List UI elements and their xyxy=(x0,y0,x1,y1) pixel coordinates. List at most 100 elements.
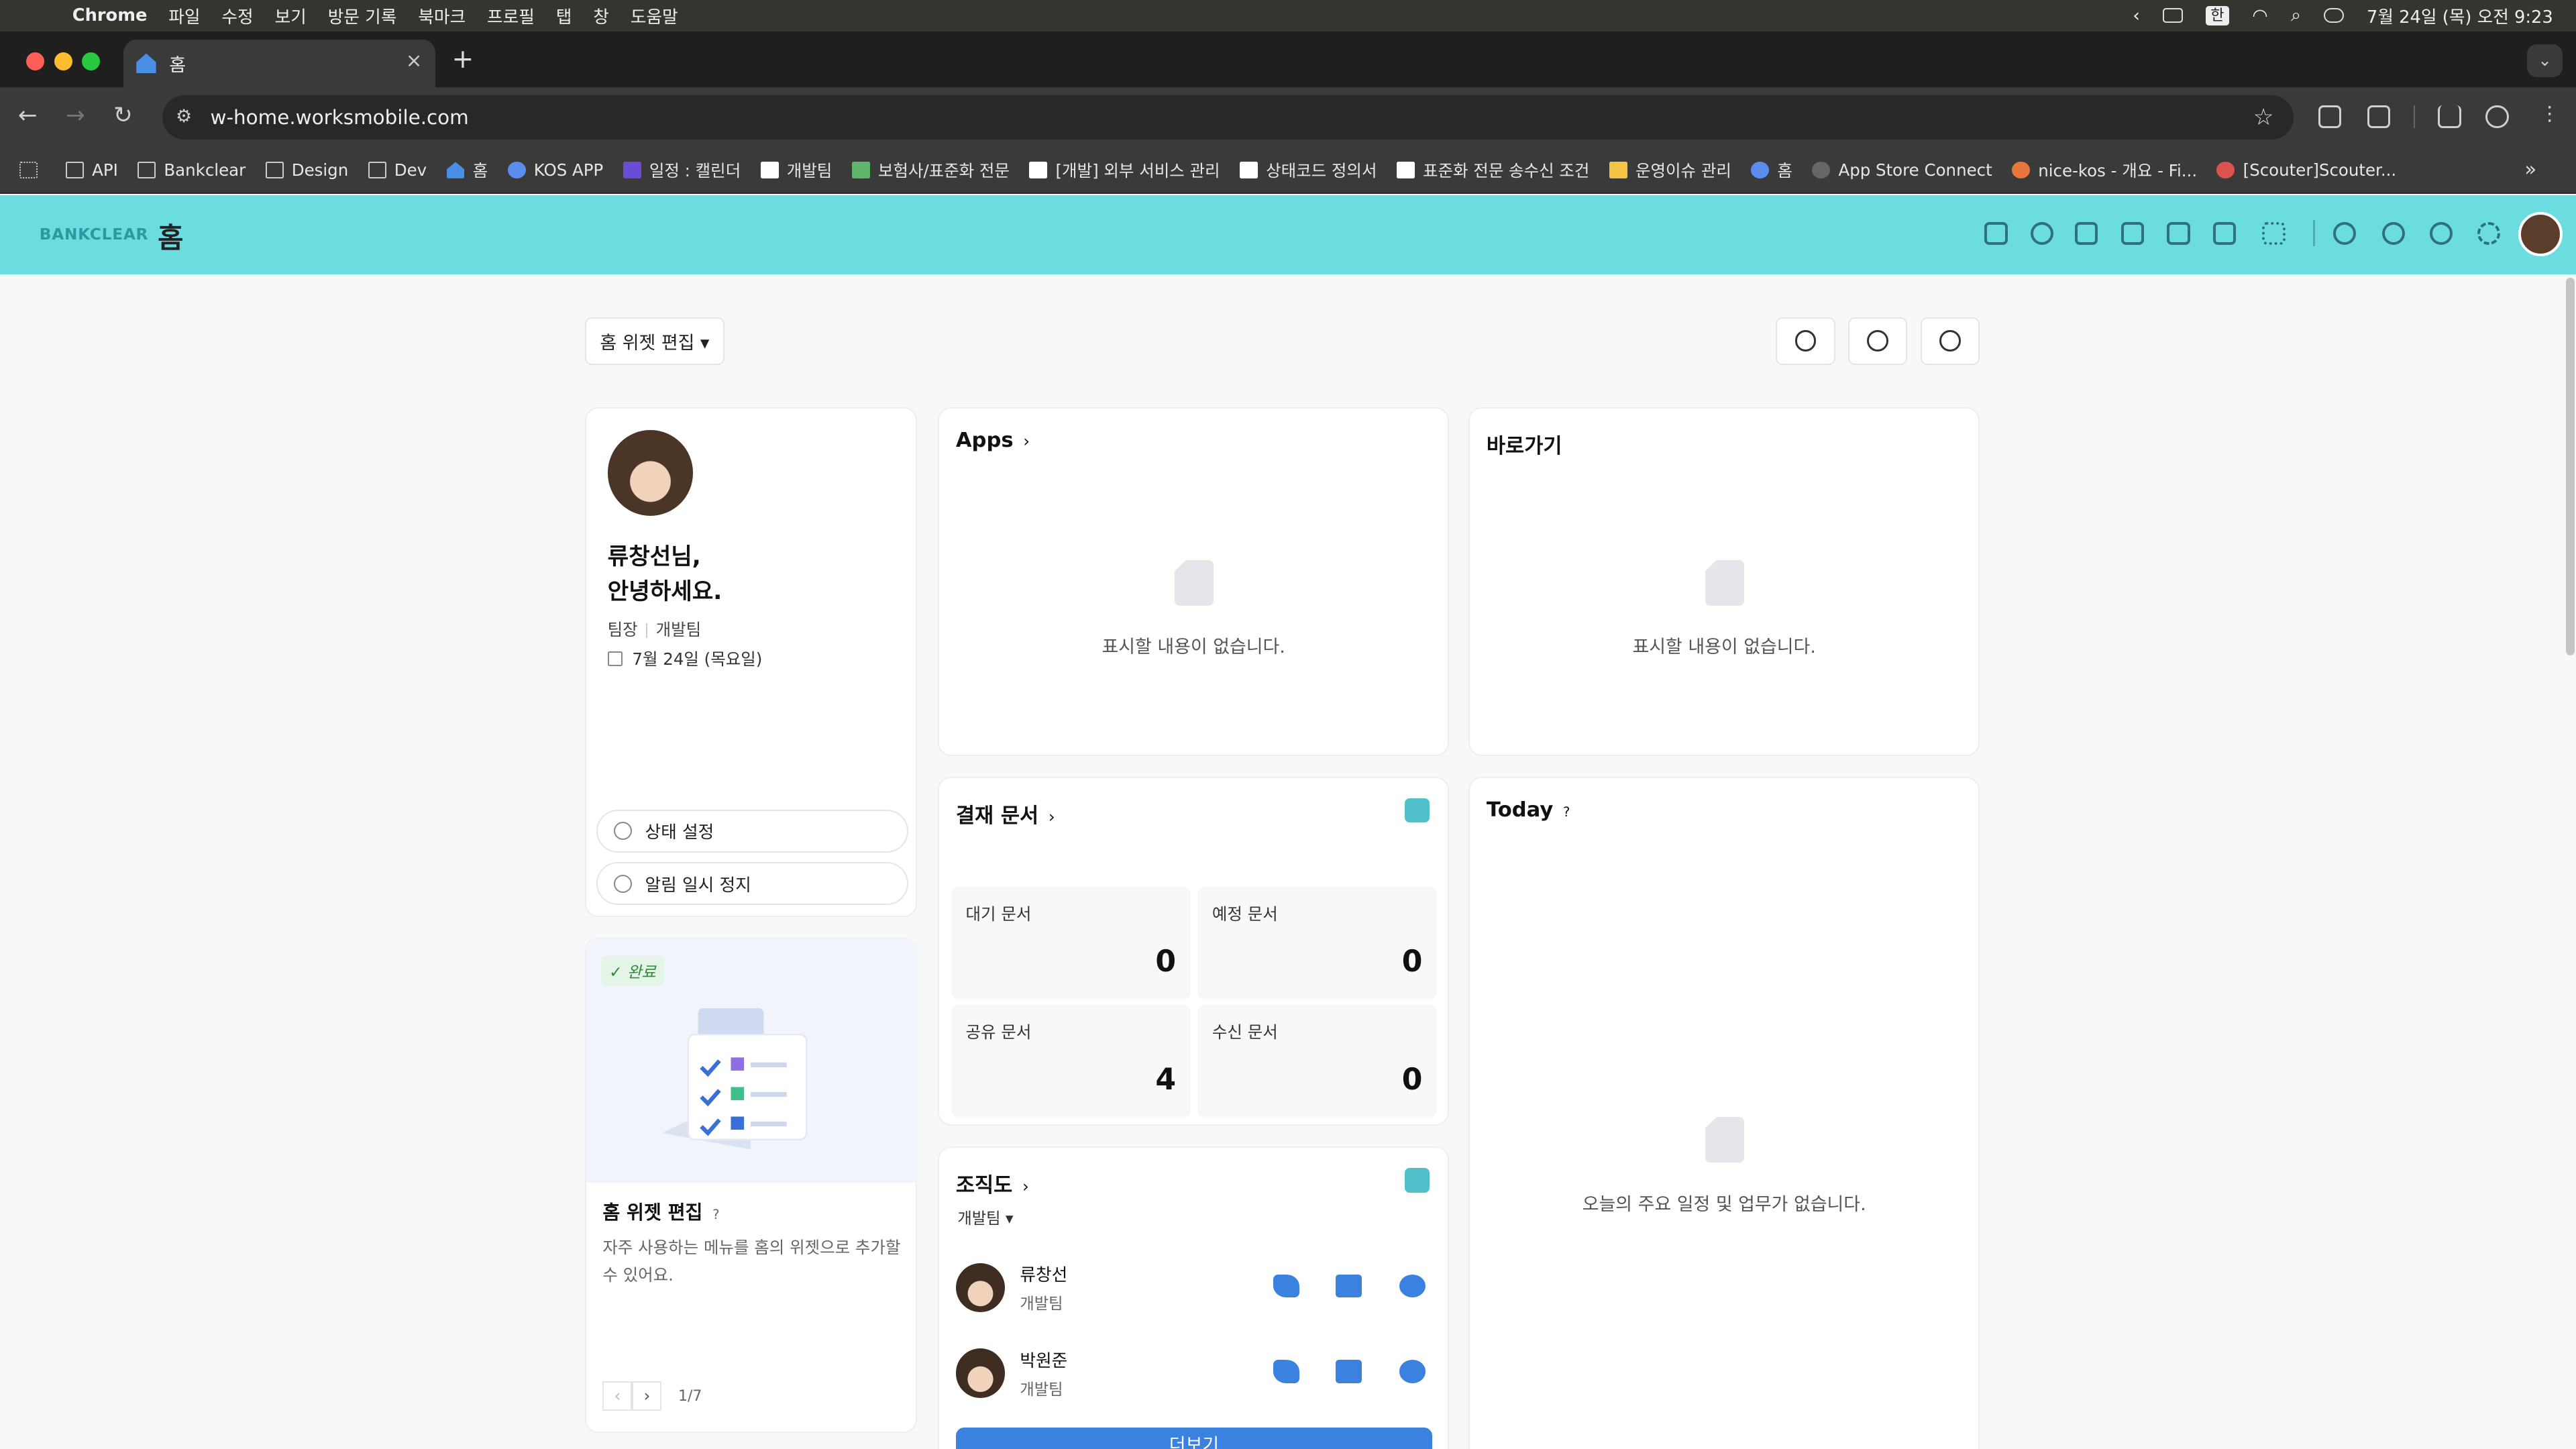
input-source-indicator[interactable]: 한 xyxy=(2205,5,2229,25)
apps-grid-icon[interactable] xyxy=(19,162,46,178)
site-info-icon[interactable]: ⚙ xyxy=(176,106,199,129)
bookmarks-overflow-icon[interactable]: » xyxy=(2524,158,2536,180)
menubar-clock[interactable]: 7월 24일 (목) 오전 9:23 xyxy=(2367,3,2553,28)
org-title[interactable]: 조직도 › xyxy=(956,1168,1029,1198)
profile-avatar[interactable] xyxy=(607,430,694,516)
document-icon[interactable] xyxy=(2167,221,2190,245)
approval-title[interactable]: 결재 문서 › xyxy=(956,798,1055,828)
help-icon[interactable]: ? xyxy=(712,1207,719,1222)
received-documents-stat[interactable]: 수신 문서 0 xyxy=(1197,1005,1438,1117)
extensions-puzzle-icon[interactable] xyxy=(2367,105,2391,129)
message-icon[interactable] xyxy=(2030,221,2054,245)
organization-icon[interactable] xyxy=(2382,221,2406,245)
member-avatar[interactable] xyxy=(955,1263,1006,1313)
tab-search-chevron-icon[interactable]: ⌄ xyxy=(2526,44,2563,78)
download-icon[interactable] xyxy=(2438,105,2461,129)
settings-gear-icon[interactable] xyxy=(2477,221,2501,245)
url-text[interactable]: w-home.worksmobile.com xyxy=(210,106,468,129)
bookmark-item[interactable]: 홈 xyxy=(446,158,488,182)
pending-documents-stat[interactable]: 대기 문서 0 xyxy=(951,887,1191,999)
spotlight-search-icon[interactable]: ⌕ xyxy=(2291,5,2301,26)
bookmark-item[interactable]: [개발] 외부 서비스 관리 xyxy=(1029,158,1220,182)
org-member-row[interactable]: 류창선 개발팀 xyxy=(955,1260,1432,1319)
phone-icon[interactable] xyxy=(1273,1274,1299,1298)
scheduled-documents-stat[interactable]: 예정 문서 0 xyxy=(1197,887,1438,999)
reload-icon[interactable]: ↻ xyxy=(113,102,133,129)
stat-label: 예정 문서 xyxy=(1212,904,1278,924)
mail-icon[interactable] xyxy=(1335,1360,1362,1383)
menu-help[interactable]: 도움말 xyxy=(631,3,678,28)
menu-window[interactable]: 창 xyxy=(593,3,609,28)
mail-icon[interactable] xyxy=(1335,1274,1362,1298)
app-launcher-grid-icon[interactable] xyxy=(2262,221,2286,245)
apps-title[interactable]: Apps › xyxy=(956,429,1030,452)
widget-settings-button[interactable] xyxy=(1776,317,1835,365)
shared-documents-stat[interactable]: 공유 문서 4 xyxy=(951,1005,1191,1117)
org-member-row[interactable]: 박원준 개발팀 xyxy=(955,1345,1432,1404)
menu-profile[interactable]: 프로필 xyxy=(487,3,535,28)
notification-bell-icon[interactable] xyxy=(2332,221,2356,245)
company-logo[interactable]: BANKCLEAR xyxy=(40,225,148,244)
bookmark-item[interactable]: [Scouter]Scouter... xyxy=(2216,160,2396,180)
status-setting-button[interactable]: 상태 설정 xyxy=(596,809,908,853)
wifi-icon[interactable]: ◠ xyxy=(2252,5,2268,26)
bookmark-star-icon[interactable]: ☆ xyxy=(2253,104,2274,131)
forward-arrow-icon[interactable]: → xyxy=(66,102,85,129)
phone-icon[interactable] xyxy=(1273,1360,1299,1383)
team-selector[interactable]: 개발팀 ▾ xyxy=(957,1205,1013,1228)
menu-file[interactable]: 파일 xyxy=(168,3,200,28)
page-scrollbar[interactable] xyxy=(2563,274,2576,1449)
calendar-icon[interactable] xyxy=(2121,221,2144,245)
bookmark-item[interactable]: 일정 : 캘린더 xyxy=(623,158,741,182)
user-avatar[interactable] xyxy=(2518,211,2563,257)
bookmark-item[interactable]: 보험사/표준화 전문 xyxy=(851,158,1010,182)
bookmark-item[interactable]: API xyxy=(65,160,118,180)
bookmark-item[interactable]: App Store Connect xyxy=(1812,160,1992,180)
menu-view[interactable]: 보기 xyxy=(275,3,307,28)
scrollbar-thumb[interactable] xyxy=(2566,277,2575,656)
keyboard-icon[interactable] xyxy=(2163,8,2183,23)
org-more-button[interactable]: 더보기 xyxy=(955,1427,1433,1449)
screenshot-camera-icon[interactable] xyxy=(2318,105,2341,129)
menu-history[interactable]: 방문 기록 xyxy=(328,3,397,28)
home-icon[interactable] xyxy=(1984,221,2008,245)
search-button[interactable] xyxy=(1848,317,1908,365)
bookmark-item[interactable]: 표준화 전문 송수신 조건 xyxy=(1396,158,1589,182)
next-page-button[interactable]: › xyxy=(632,1381,662,1411)
back-arrow-icon[interactable]: ← xyxy=(18,102,38,129)
bookmark-item[interactable]: 홈 xyxy=(1751,158,1792,182)
bookmark-item[interactable]: 운영이슈 관리 xyxy=(1609,158,1731,182)
drive-box-icon[interactable] xyxy=(2212,221,2237,245)
bookmark-item[interactable]: Dev xyxy=(368,160,427,180)
bookmark-item[interactable]: Design xyxy=(265,160,348,180)
menu-bookmarks[interactable]: 북마크 xyxy=(418,3,466,28)
member-avatar[interactable] xyxy=(955,1348,1006,1398)
chat-icon[interactable] xyxy=(1399,1274,1426,1298)
bookmark-item[interactable]: Bankclear xyxy=(138,160,246,180)
menu-tab[interactable]: 탭 xyxy=(556,3,572,28)
chat-icon[interactable] xyxy=(1399,1360,1426,1383)
home-widget-edit-button[interactable]: 홈 위젯 편집 ▾ xyxy=(584,317,724,365)
chevron-left-icon[interactable]: ‹ xyxy=(2133,5,2140,26)
mute-notifications-button[interactable]: 알림 일시 정지 xyxy=(596,862,908,905)
help-icon[interactable] xyxy=(2430,221,2453,245)
window-minimize-button[interactable] xyxy=(54,52,72,71)
menu-app-name[interactable]: Chrome xyxy=(72,5,148,25)
approval-widget: 결재 문서 › 대기 문서 0 예정 문서 0 공유 문서 4 수신 문서 0 xyxy=(938,777,1449,1126)
address-bar[interactable]: ⚙ w-home.worksmobile.com ☆ xyxy=(162,95,2294,140)
bookmark-item[interactable]: KOS APP xyxy=(507,160,603,180)
mail-icon[interactable] xyxy=(2075,221,2098,245)
profile-icon[interactable] xyxy=(2485,105,2509,129)
tab-close-icon[interactable]: × xyxy=(406,49,423,72)
help-icon[interactable]: ? xyxy=(1563,804,1570,820)
bookmark-item[interactable]: 상태코드 정의서 xyxy=(1239,158,1377,182)
info-button[interactable] xyxy=(1920,317,1980,365)
more-menu-icon[interactable]: ⋮ xyxy=(2540,102,2559,125)
bookmark-item[interactable]: nice-kos - 개요 - Fi... xyxy=(2012,158,2197,182)
menu-edit[interactable]: 수정 xyxy=(221,3,253,28)
new-tab-plus-icon[interactable]: + xyxy=(451,44,474,74)
bookmark-item[interactable]: 개발팀 xyxy=(760,158,832,182)
control-center-icon[interactable] xyxy=(2324,8,2344,23)
browser-tab-active[interactable]: 홈 × xyxy=(123,39,435,87)
prev-page-button[interactable]: ‹ xyxy=(602,1381,633,1411)
